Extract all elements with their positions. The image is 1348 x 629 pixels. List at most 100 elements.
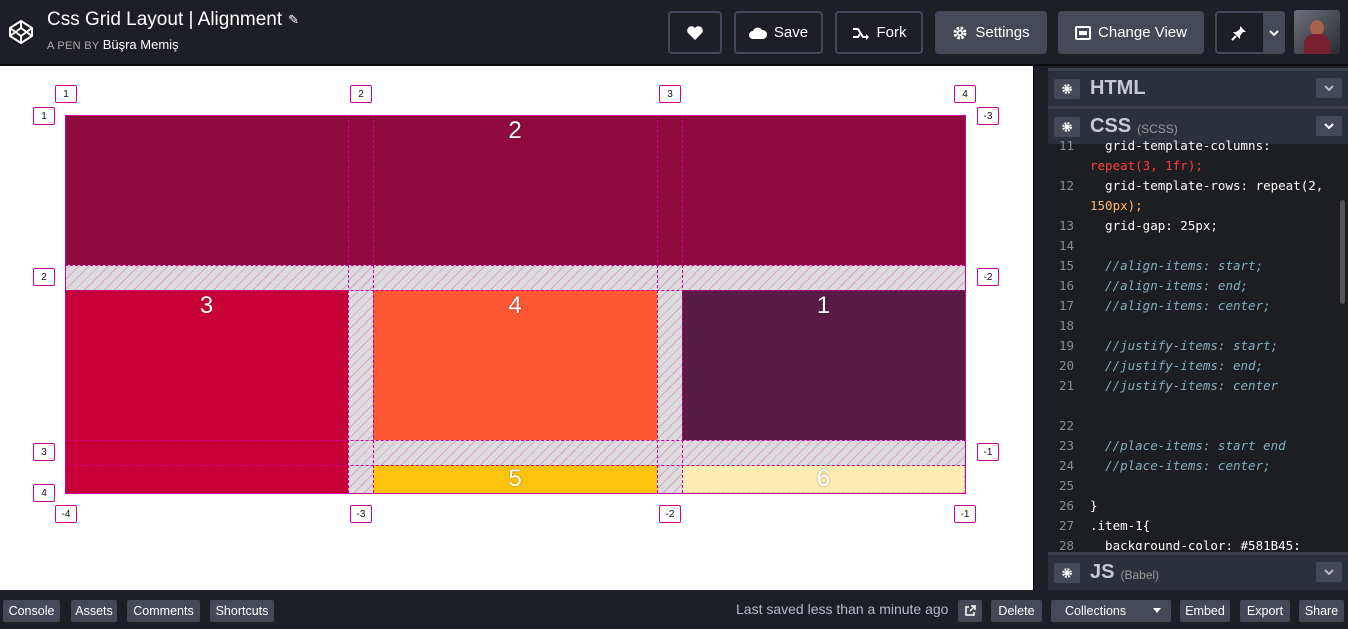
pen-title[interactable]: Css Grid Layout | Alignment ✎ [47, 9, 299, 31]
code-scrollbar[interactable] [1340, 200, 1345, 304]
settings-button[interactable]: Settings [935, 11, 1047, 54]
js-panel-header[interactable]: JS (Babel) [1048, 552, 1348, 590]
js-panel-title: JS [1090, 561, 1115, 583]
grid-item-1-label: 1 [816, 292, 831, 319]
code-line: 22 [1048, 416, 1340, 436]
pen-title-text[interactable]: Css Grid Layout | Alignment [47, 9, 282, 31]
grid-line-row-3a [65, 440, 965, 441]
line-number: 14 [1058, 238, 1074, 253]
line-number: 17 [1058, 298, 1074, 313]
code-line: 15 //align-items: start; [1048, 256, 1340, 276]
code-line: 24 //place-items: center; [1048, 456, 1340, 476]
pin-icon [1231, 25, 1246, 41]
line-number: 27 [1058, 518, 1074, 533]
delete-button[interactable]: Delete [991, 600, 1042, 622]
code-text: //place-items: center; [1090, 458, 1271, 473]
code-line: 13 grid-gap: 25px; [1048, 216, 1340, 236]
export-button[interactable]: Export [1240, 600, 1290, 622]
comments-button[interactable]: Comments [127, 600, 200, 622]
grid-item-4-label: 4 [508, 292, 522, 319]
codepen-logo-icon[interactable] [8, 19, 34, 45]
css-settings-gear-icon[interactable] [1054, 116, 1080, 137]
grid-item-6: 6 [682, 465, 965, 493]
grid-item-2-label: 2 [508, 117, 522, 144]
user-avatar[interactable] [1294, 10, 1340, 54]
line-number: 23 [1058, 438, 1074, 453]
line-tag-right-3: -1 [977, 443, 999, 461]
js-settings-gear-icon[interactable] [1054, 562, 1080, 583]
html-settings-gear-icon[interactable] [1054, 78, 1080, 99]
code-text: .item-1{ [1090, 518, 1151, 533]
share-button[interactable]: Share [1299, 600, 1344, 622]
grid-line-col-2a [348, 115, 349, 493]
gear-icon [953, 26, 967, 39]
js-collapse-chevron-icon[interactable] [1316, 562, 1342, 582]
line-number: 12 [1058, 178, 1074, 193]
chevron-down-icon[interactable] [1263, 13, 1285, 52]
css-code-editor[interactable]: 11 grid-template-columns: repeat(3, 1fr)… [1048, 140, 1340, 550]
code-text: //justify-items: center [1090, 378, 1279, 393]
code-line: 23 //place-items: start end [1048, 436, 1340, 456]
line-tag-top-1: 1 [55, 85, 77, 103]
line-number: 22 [1058, 418, 1074, 433]
pin-dropdown-button[interactable] [1215, 11, 1285, 54]
line-tag-top-4: 4 [954, 85, 976, 103]
shortcuts-button[interactable]: Shortcuts [210, 600, 274, 622]
line-tag-bottom-3: -2 [659, 505, 681, 523]
header-bar: Css Grid Layout | Alignment ✎ A PEN BY B… [0, 0, 1348, 66]
code-text: 150px); [1090, 198, 1143, 213]
line-tag-bottom-4: -1 [954, 505, 976, 523]
collections-dropdown[interactable]: Collections [1051, 600, 1171, 622]
html-panel-title: HTML [1090, 77, 1146, 99]
code-text: //align-items: center; [1090, 298, 1271, 313]
line-tag-left-4: 4 [33, 484, 55, 502]
pen-title-block: Css Grid Layout | Alignment ✎ A PEN BY B… [47, 9, 299, 52]
grid-line-row-2b [65, 290, 965, 291]
line-number: 11 [1058, 140, 1074, 153]
fork-button[interactable]: Fork [835, 11, 923, 54]
line-tag-top-2: 2 [350, 85, 372, 103]
css-preprocessor-label: (SCSS) [1137, 121, 1178, 136]
love-button[interactable] [668, 11, 722, 54]
code-text: grid-gap: 25px; [1090, 218, 1218, 233]
grid-item-5-label: 5 [508, 465, 522, 492]
code-line: 21 //justify-items: center [1048, 376, 1340, 396]
console-button[interactable]: Console [3, 600, 60, 622]
change-view-button[interactable]: Change View [1058, 11, 1204, 54]
change-view-label: Change View [1098, 24, 1187, 41]
code-line: 14 [1048, 236, 1340, 256]
author-link[interactable]: Büşra Memiş [103, 37, 179, 52]
code-line: 20 //justify-items: end; [1048, 356, 1340, 376]
html-collapse-chevron-icon[interactable] [1316, 78, 1342, 98]
css-panel-title: CSS [1090, 115, 1132, 137]
css-panel-header[interactable]: CSS (SCSS) [1048, 106, 1348, 144]
grid-line-col-3a [657, 115, 658, 493]
layout-icon [1075, 25, 1092, 40]
embed-button[interactable]: Embed [1180, 600, 1230, 622]
cloud-icon [748, 27, 767, 39]
save-button[interactable]: Save [734, 11, 823, 54]
code-line: 12 grid-template-rows: repeat(2, [1048, 176, 1340, 196]
open-external-icon[interactable] [958, 600, 982, 622]
line-tag-left-3: 3 [33, 443, 55, 461]
preview-pane[interactable]: 2 3 4 1 5 6 1 2 3 4 -4 -3 -2 -1 1 2 3 4 … [0, 66, 1033, 590]
editor-panel: HTML CSS (SCSS) 11 grid-template-columns… [1048, 66, 1348, 590]
resize-gutter[interactable] [1033, 66, 1048, 590]
grid-item-5: 5 [373, 465, 657, 493]
pen-byline: A PEN BY Büşra Memiş [47, 37, 299, 52]
code-text: //align-items: end; [1090, 278, 1249, 293]
line-tag-top-3: 3 [659, 85, 681, 103]
pencil-icon[interactable]: ✎ [288, 12, 299, 28]
grid-item-3: 3 [65, 290, 348, 493]
line-number: 16 [1058, 278, 1074, 293]
grid-line-row-2a [65, 265, 965, 266]
css-collapse-chevron-icon[interactable] [1316, 116, 1342, 136]
line-number: 19 [1058, 338, 1074, 353]
line-number: 26 [1058, 498, 1074, 513]
fork-label: Fork [876, 24, 907, 41]
html-panel-header[interactable]: HTML [1048, 68, 1348, 106]
line-number: 24 [1058, 458, 1074, 473]
assets-button[interactable]: Assets [71, 600, 117, 622]
code-line: 27 .item-1{ [1048, 516, 1340, 536]
